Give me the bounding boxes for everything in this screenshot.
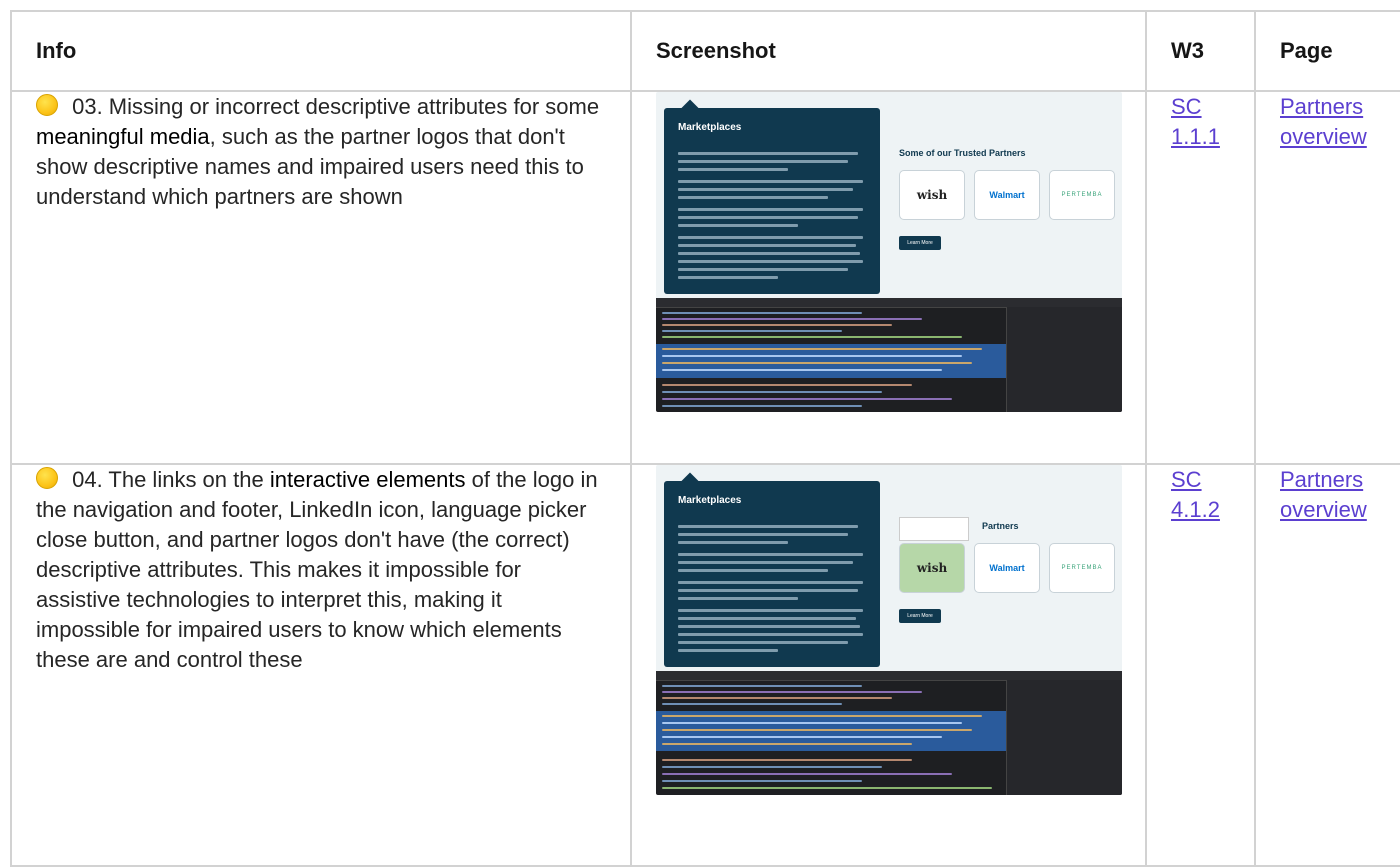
screenshot-inspector-tooltip [899, 517, 969, 541]
screenshot-devtools [656, 671, 1122, 795]
page-link[interactable]: Partners overview [1280, 467, 1367, 522]
info-text-suffix: of the logo in the navigation and footer… [36, 467, 598, 672]
info-text-bold: meaningful media [36, 124, 210, 149]
screenshot-website: Marketplaces [656, 465, 1122, 671]
header-w3: W3 [1145, 10, 1256, 92]
screenshot-panel-title: Marketplaces [678, 495, 742, 506]
screenshot-logo-walmart: Walmart [974, 170, 1040, 220]
screenshot-panel: Marketplaces [664, 99, 880, 294]
info-text-prefix: 03. Missing or incorrect descriptive att… [66, 94, 600, 119]
screenshot-partners-heading: Partners [982, 521, 1019, 531]
page-link[interactable]: Partners overview [1280, 94, 1367, 149]
screenshot-logo-wish: wish [899, 170, 965, 220]
header-row: Info Screenshot W3 Page [10, 10, 1400, 92]
w3-cell: SC 4.1.2 [1145, 463, 1256, 867]
info-cell: 03. Missing or incorrect descriptive att… [10, 90, 632, 465]
page-cell: Partners overview [1254, 463, 1400, 867]
screenshot-partners-heading: Some of our Trusted Partners [899, 148, 1026, 158]
screenshot-panel-title: Marketplaces [678, 122, 742, 133]
screenshot-cell: Marketplaces [630, 463, 1147, 867]
screenshot-logo-wish: wish [899, 543, 965, 593]
screenshot-panel: Marketplaces [664, 472, 880, 667]
w3-criterion-link[interactable]: SC 1.1.1 [1171, 94, 1220, 149]
screenshot-learn-more-button: Learn More [899, 609, 941, 623]
info-cell: 04. The links on the interactive element… [10, 463, 632, 867]
table-row: 04. The links on the interactive element… [10, 463, 1400, 867]
screenshot-learn-more-button: Learn More [899, 236, 941, 250]
screenshot-logo-walmart: Walmart [974, 543, 1040, 593]
w3-cell: SC 1.1.1 [1145, 90, 1256, 465]
table-row: 03. Missing or incorrect descriptive att… [10, 90, 1400, 465]
screenshot-logo-pertemba: PERTEMBA [1049, 543, 1115, 593]
info-text-prefix: 04. The links on the [66, 467, 270, 492]
audit-table: Info Screenshot W3 Page 03. Missing or i… [10, 10, 1400, 867]
severity-warning-icon [36, 94, 58, 116]
w3-criterion-link[interactable]: SC 4.1.2 [1171, 467, 1220, 522]
page-cell: Partners overview [1254, 90, 1400, 465]
screenshot-logo-pertemba: PERTEMBA [1049, 170, 1115, 220]
screenshot-devtools [656, 298, 1122, 412]
screenshot-cell: Marketplaces [630, 90, 1147, 465]
header-page: Page [1254, 10, 1400, 92]
severity-warning-icon [36, 467, 58, 489]
header-info: Info [10, 10, 632, 92]
screenshot-website: Marketplaces [656, 92, 1122, 298]
evidence-screenshot: Marketplaces [656, 465, 1122, 795]
header-screenshot: Screenshot [630, 10, 1147, 92]
evidence-screenshot: Marketplaces [656, 92, 1122, 412]
info-text-bold: interactive elements [269, 467, 466, 492]
